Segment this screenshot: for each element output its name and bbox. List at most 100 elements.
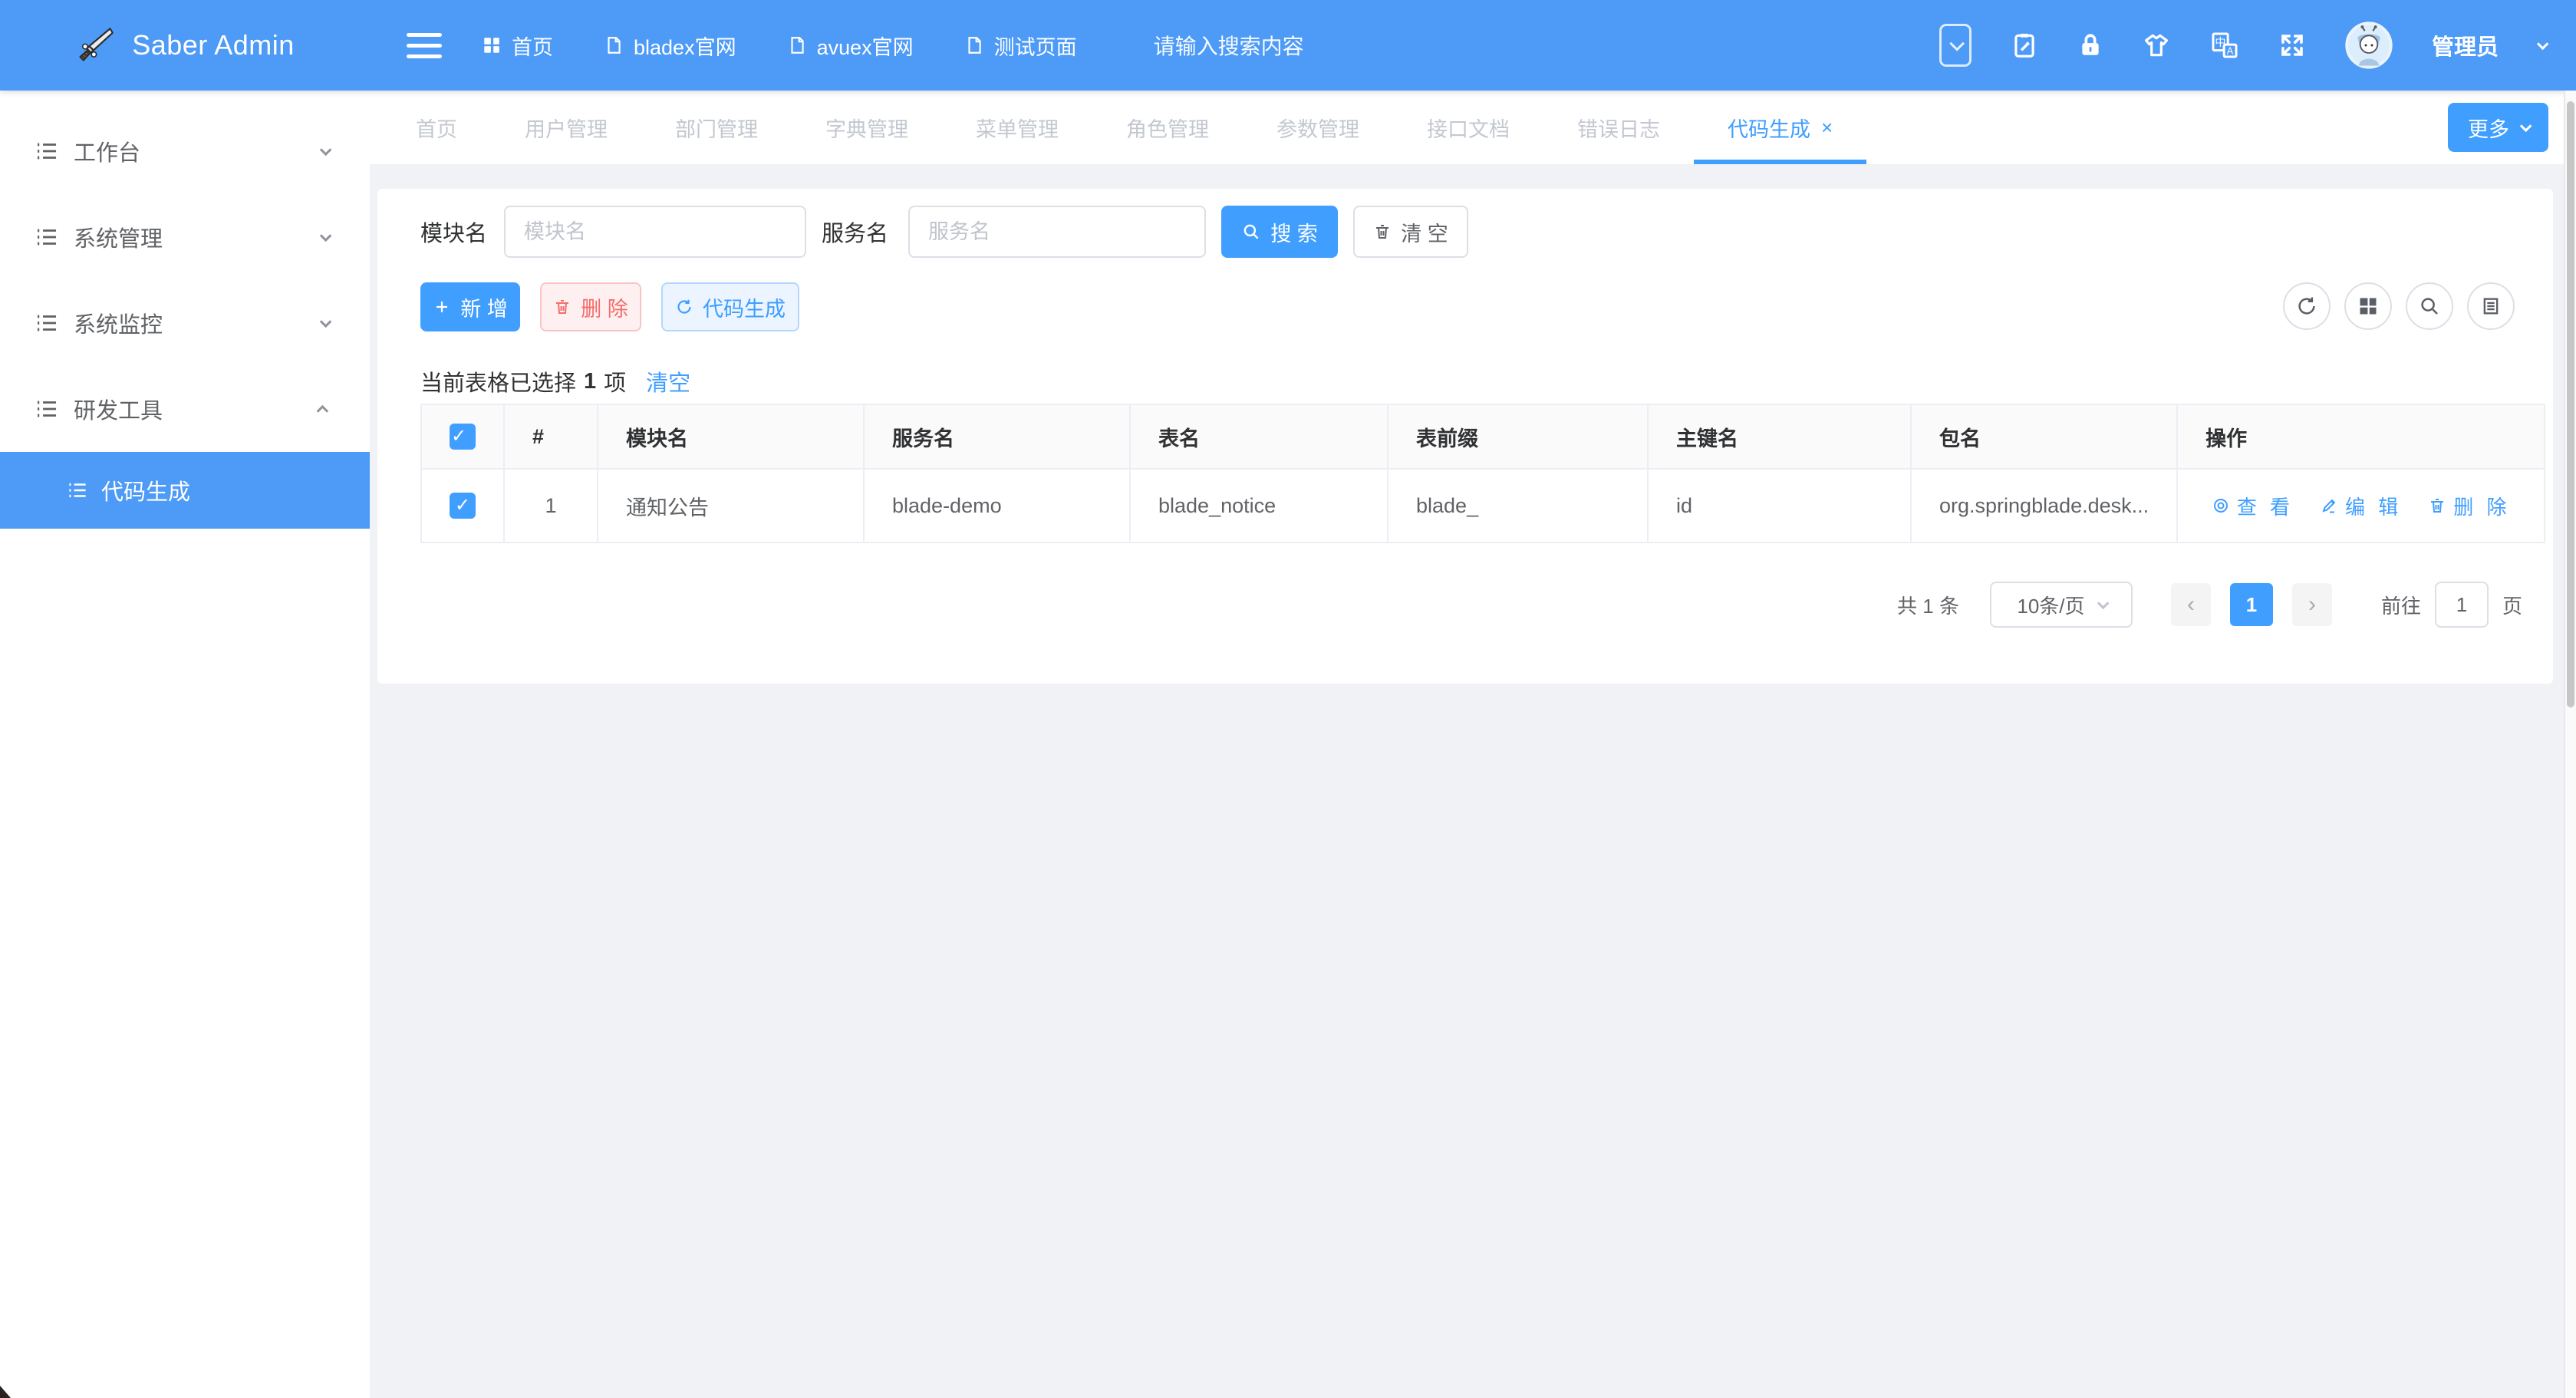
search-button[interactable]: 搜 索 [1221,206,1338,258]
tab-error-log[interactable]: 错误日志 [1543,91,1694,164]
debug-tool-icon[interactable] [2010,31,2039,60]
edit-link[interactable]: 编 辑 [2320,492,2402,520]
sidebar-item-workbench[interactable]: 工作台 [0,108,370,194]
tab-api-docs[interactable]: 接口文档 [1393,91,1543,164]
view-link[interactable]: 查 看 [2212,492,2294,520]
collapse-panel-icon[interactable] [1939,24,1972,67]
close-icon[interactable]: × [1821,116,1833,140]
chevron-down-icon [2097,597,2109,609]
current-page-button[interactable]: 1 [2230,583,2273,626]
brand-title: Saber Admin [132,29,295,61]
collapse-menu-icon[interactable] [407,26,442,65]
row-checkbox[interactable]: ✓ [450,493,476,519]
refresh-button[interactable] [2283,282,2331,330]
service-name-label: 服务名 [822,216,888,248]
menu-list-icon [34,224,60,250]
topnav-avuex[interactable]: avuex官网 [787,31,914,61]
clear-button-label: 清 空 [1401,217,1448,247]
global-search-input[interactable]: 请输入搜索内容 [1154,30,1304,61]
menu-list-icon [34,310,60,336]
trash-icon [553,298,572,316]
page-size-value: 10条/页 [2017,591,2084,619]
codegen-button[interactable]: 代码生成 [661,282,799,331]
crud-card: 模块名 服务名 搜 索 [377,189,2553,684]
add-button[interactable]: 新 增 [420,282,520,331]
mouse-cursor [0,1386,11,1398]
sidebar-item-system-monitor[interactable]: 系统监控 [0,280,370,366]
list-icon [2480,295,2502,317]
delete-button[interactable]: 删 除 [540,282,641,331]
translate-icon[interactable]: 中 A [2209,30,2240,61]
selection-suffix: 项 [604,365,626,397]
tab-home[interactable]: 首页 [382,91,491,164]
menu-list-icon [66,479,89,502]
document-icon [964,35,984,55]
tab-role-mgmt[interactable]: 角色管理 [1092,91,1243,164]
tab-code-generation[interactable]: 代码生成 × [1694,91,1866,164]
tab-dict-mgmt[interactable]: 字典管理 [792,91,942,164]
search-icon [1241,222,1261,242]
select-all-checkbox[interactable]: ✓ [450,424,476,450]
topnav-bladex[interactable]: bladex官网 [604,31,736,61]
module-name-label: 模块名 [420,216,487,248]
svg-text:A: A [2227,46,2234,57]
chevron-down-icon [320,143,332,156]
edit-label: 编 辑 [2345,492,2402,520]
clear-button[interactable]: 清 空 [1353,206,1468,258]
cell-prefix: blade_ [1388,469,1648,542]
sidebar-item-dev-tools[interactable]: 研发工具 [0,366,370,452]
top-header: Saber Admin 首页 bladex官网 [0,0,2576,91]
sidebar-item-label: 研发工具 [74,393,163,425]
column-settings-button[interactable] [2344,282,2392,330]
page-scrollbar[interactable] [2564,91,2576,1398]
table-actions: 新 增 删 除 代码生成 [414,282,799,331]
document-icon [787,35,807,55]
theme-icon[interactable] [2142,31,2171,60]
refresh-icon [675,298,693,316]
selection-clear-link[interactable]: 清空 [646,365,690,397]
main-content: 模块名 服务名 搜 索 [370,164,2576,1398]
col-actions: 操作 [2177,404,2545,469]
cell-module: 通知公告 [598,469,864,542]
tab-menu-mgmt[interactable]: 菜单管理 [942,91,1092,164]
cell-package: org.springblade.desk... [1911,469,2177,542]
prev-page-button[interactable]: ‹ [2171,583,2211,626]
more-button[interactable]: 更多 [2448,103,2548,152]
tab-dept-mgmt[interactable]: 部门管理 [641,91,792,164]
col-table: 表名 [1130,404,1388,469]
tab-param-mgmt[interactable]: 参数管理 [1243,91,1393,164]
sidebar-item-code-generation[interactable]: 代码生成 [0,452,370,529]
row-delete-link[interactable]: 删 除 [2428,492,2510,520]
col-module: 模块名 [598,404,864,469]
user-name[interactable]: 管理员 [2432,29,2499,61]
next-page-button[interactable]: › [2292,583,2332,626]
top-navigation: 首页 bladex官网 avuex官网 [482,31,1077,61]
chevron-down-icon [320,315,332,328]
service-name-input[interactable] [908,206,1206,258]
chevron-up-icon [317,404,329,417]
tab-label: 代码生成 [1728,113,1810,143]
sidebar: 工作台 系统管理 系统监控 [0,91,370,1398]
open-tabs-bar: 首页 用户管理 部门管理 字典管理 菜单管理 角色管理 参数管理 接口文档 错误… [370,91,2576,164]
cell-pk: id [1648,469,1911,542]
user-menu-chevron-icon[interactable] [2537,38,2549,50]
lock-icon[interactable] [2077,32,2103,58]
fullscreen-icon[interactable] [2278,31,2306,59]
module-name-input[interactable] [504,206,806,258]
goto-page-input[interactable] [2435,582,2489,628]
scrollbar-thumb[interactable] [2567,101,2574,707]
grid-icon [482,35,502,55]
list-view-button[interactable] [2467,282,2515,330]
search-toggle-button[interactable] [2406,282,2453,330]
plus-icon [433,298,451,316]
add-button-label: 新 增 [460,292,508,322]
sidebar-item-system-mgmt[interactable]: 系统管理 [0,194,370,280]
page-size-select[interactable]: 10条/页 [1990,582,2133,628]
trash-icon [2428,496,2446,515]
tab-user-mgmt[interactable]: 用户管理 [491,91,641,164]
topnav-home[interactable]: 首页 [482,31,553,61]
header-actions: 中 A [1939,21,2576,70]
search-button-label: 搜 索 [1270,217,1318,247]
topnav-testpage[interactable]: 测试页面 [964,31,1077,61]
avatar[interactable] [2344,21,2393,70]
